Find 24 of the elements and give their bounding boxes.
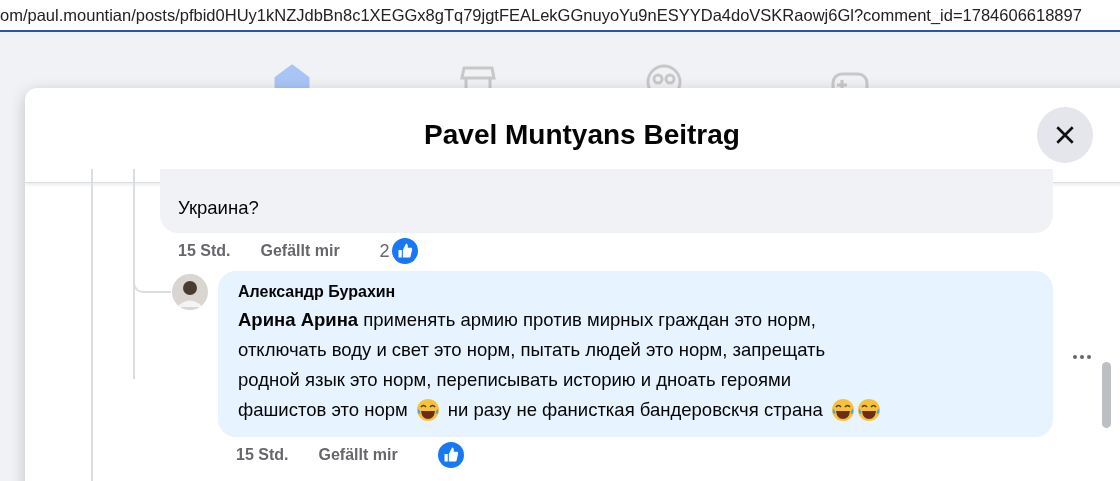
more-icon[interactable] [1072,354,1092,360]
comment-text: отключать воду и свет это норм, пытать людей это норм, запрещать [238,338,826,362]
like-link[interactable]: Gefällt mir [318,446,398,464]
avatar[interactable] [172,274,208,310]
comment-text: фашистов это норм [238,398,408,422]
comment-text: родной язык это норм, переписывать историю и дноать героями [238,368,791,392]
address-bar[interactable]: om/paul.mountian/posts/pfbid0HUy1kNZJdbBn8c1XEGGx8gTq79jgtFEALekGGnuyoYu9nESYYDa4doVSKRaowj6Gl?comment_id=1784606618897 [0,0,1120,32]
author-name[interactable]: Александр Бурахин [238,283,1035,301]
laughing-face-icon [856,398,881,422]
close-icon [1054,124,1076,146]
scrollbar-thumb[interactable] [1102,362,1111,428]
reaction-count: 2 [379,240,390,262]
laughing-face-icon [415,398,440,422]
comment-time[interactable]: 15 Std. [178,242,231,260]
comment-text: Арина Арина применять армию против мирных граждан это норм, [238,308,816,332]
laughing-face-icon [830,398,855,422]
like-link[interactable]: Gefällt mir [260,242,340,260]
thumbs-up-icon [437,442,464,468]
dialog-title: Pavel Muntyans Beitrag [424,119,740,151]
thumbs-up-icon [391,238,418,264]
comment-time[interactable]: 15 Std. [236,446,289,464]
comment-text: ни разу не фанисткая бандеровскчя страна [447,398,823,422]
comment-text: Украина? [178,196,259,220]
close-button[interactable] [1037,107,1093,163]
